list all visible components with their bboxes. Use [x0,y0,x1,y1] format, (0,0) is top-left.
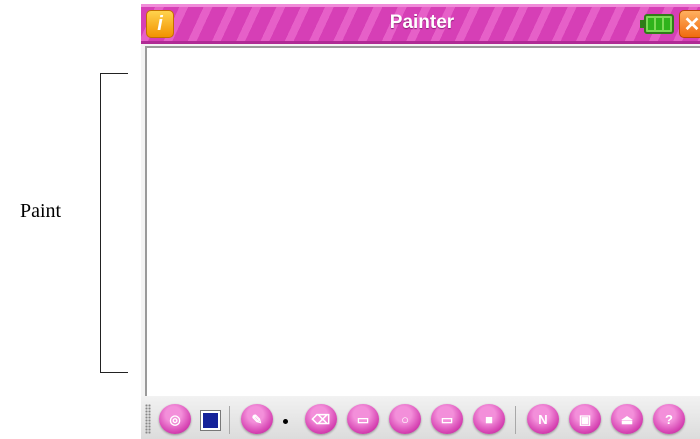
palette-button[interactable]: ◎ [159,404,191,434]
separator [515,406,516,434]
eraser-icon: ⌫ [311,411,331,427]
filled-rect-icon: ■ [485,411,493,427]
paint-area-bracket [100,73,128,373]
painter-window: i Painter ✕ ◎ ✎ ⌫ ▭ ○ ▭ ■ N ▣ ⏏ ? [141,4,700,439]
color-swatch[interactable] [200,410,221,431]
close-icon[interactable]: ✕ [679,10,700,38]
paint-label: Paint [20,200,62,222]
help-icon: ? [665,411,673,427]
eraser-button[interactable]: ⌫ [305,404,337,434]
battery-icon [640,14,674,34]
dotted-rect-button[interactable]: ▭ [347,404,379,434]
circle-button[interactable]: ○ [389,404,421,434]
eject-icon: ⏏ [620,411,634,427]
help-button[interactable]: ? [653,404,685,434]
toolbar-grip[interactable] [145,404,151,434]
brush-size-dot[interactable] [283,419,288,424]
new-icon: N [538,411,548,427]
new-button[interactable]: N [527,404,559,434]
save-icon: ▣ [578,411,592,427]
title-bar: i Painter ✕ [141,4,700,44]
separator [229,406,230,434]
eject-button[interactable]: ⏏ [611,404,643,434]
palette-icon: ◎ [169,411,181,427]
rectangle-icon: ▭ [440,411,454,427]
pencil-icon: ✎ [251,411,263,427]
dotted-rect-icon: ▭ [356,411,370,427]
save-button[interactable]: ▣ [569,404,601,434]
rectangle-button[interactable]: ▭ [431,404,463,434]
toolbar: ◎ ✎ ⌫ ▭ ○ ▭ ■ N ▣ ⏏ ? [141,396,700,439]
filled-rect-button[interactable]: ■ [473,404,505,434]
paint-canvas[interactable] [145,46,700,396]
pencil-button[interactable]: ✎ [241,404,273,434]
window-title: Painter [389,12,455,33]
circle-icon: ○ [401,411,409,427]
